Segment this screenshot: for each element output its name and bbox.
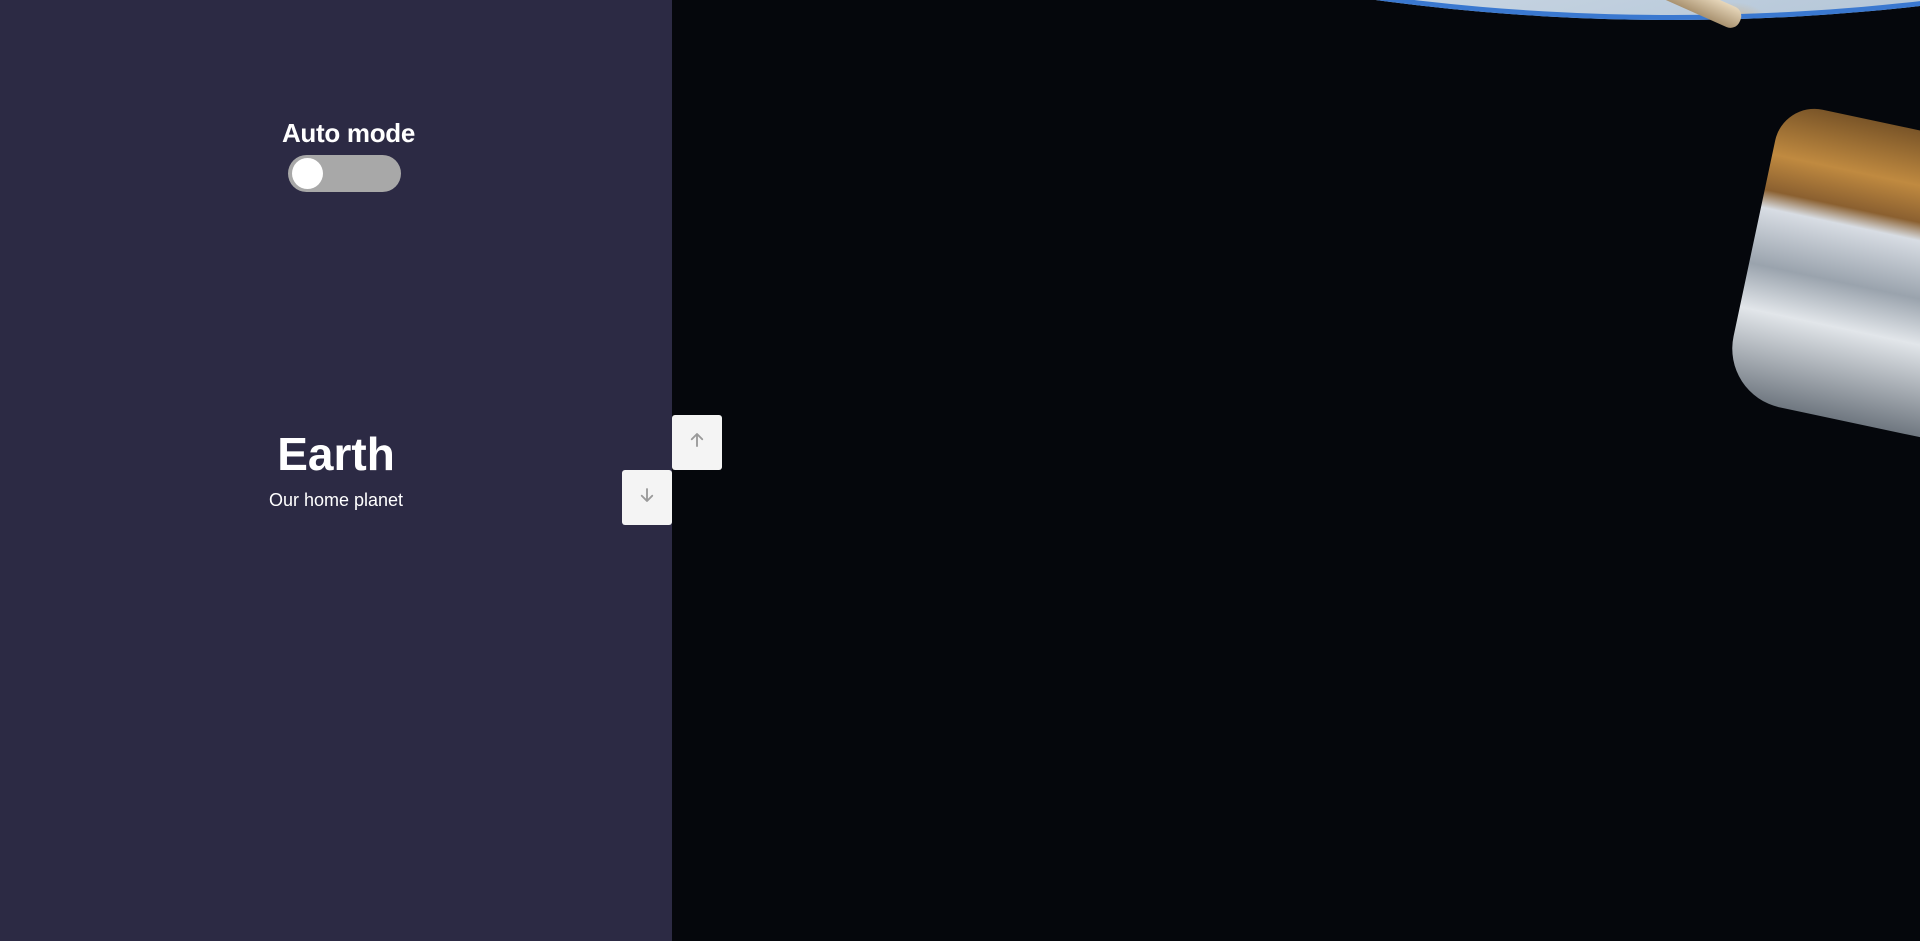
slide-info: Earth Our home planet <box>0 430 672 511</box>
previous-slide-button[interactable] <box>672 415 722 470</box>
arrow-up-icon <box>688 431 706 454</box>
app: Auto mode Earth Our home planet <box>0 0 1920 941</box>
toggle-knob <box>292 158 323 189</box>
space-station <box>1721 101 1920 439</box>
arrow-down-icon <box>638 486 656 509</box>
slide-subtitle: Our home planet <box>268 490 404 510</box>
slide-image <box>672 0 1920 941</box>
slide-title: Earth <box>277 428 395 480</box>
next-slide-button[interactable] <box>622 470 672 525</box>
auto-mode-control: Auto mode <box>0 118 697 197</box>
auto-mode-toggle[interactable] <box>288 155 401 192</box>
info-panel: Auto mode Earth Our home planet <box>0 0 672 941</box>
auto-mode-label: Auto mode <box>281 118 416 148</box>
